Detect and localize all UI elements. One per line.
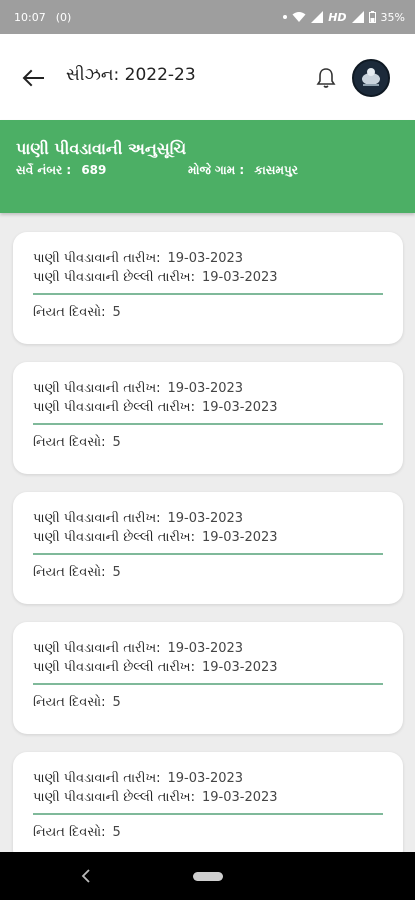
- start-date-label: પાણી પીવડાવાની તારીખ:: [33, 251, 161, 266]
- end-date-label: પાણી પીવડાવાની છેલ્લી તારીખ:: [33, 530, 195, 545]
- banner-info-row: સર્વે નંબર : 689 મોજે ગામ : કાસમપુર: [16, 163, 399, 178]
- battery-level: 35%: [380, 10, 405, 24]
- days-label: નિયત દિવસો:: [33, 825, 106, 840]
- wifi-icon: [292, 11, 306, 23]
- village-label: મોજે ગામ :: [188, 163, 245, 177]
- days-value: 5: [112, 825, 121, 840]
- schedule-list: પાણી પીવડાવાની તારીખ: 19-03-2023 પાણી પીવ…: [13, 232, 403, 882]
- status-time: 10:07: [14, 10, 46, 24]
- battery-icon: [368, 11, 376, 23]
- avatar[interactable]: [352, 59, 390, 97]
- schedule-card[interactable]: પાણી પીવડાવાની તારીખ: 19-03-2023 પાણી પીવ…: [13, 622, 403, 734]
- arrow-left-icon: [22, 69, 44, 87]
- app-bar: સીઝન: 2022-23: [0, 34, 415, 120]
- survey-number-value: 689: [81, 163, 107, 177]
- page-title: સીઝન: 2022-23: [66, 65, 196, 85]
- end-date-label: પાણી પીવડાવાની છેલ્લી તારીખ:: [33, 400, 195, 415]
- days-value: 5: [112, 435, 121, 450]
- end-date-label: પાણી પીવડાવાની છેલ્લી તારીખ:: [33, 660, 195, 675]
- end-date-value: 19-03-2023: [202, 660, 278, 675]
- nav-home-pill[interactable]: [193, 872, 223, 881]
- days-label: નિયત દિવસો:: [33, 305, 106, 320]
- survey-number-label: સર્વે નંબર :: [16, 163, 72, 177]
- end-date-value: 19-03-2023: [202, 530, 278, 545]
- days-label: નિયત દિવસો:: [33, 435, 106, 450]
- network-type: HD: [328, 10, 347, 24]
- start-date-value: 19-03-2023: [167, 771, 244, 786]
- schedule-card[interactable]: પાણી પીવડાવાની તારીખ: 19-03-2023 પાણી પીવ…: [13, 362, 403, 474]
- start-date-value: 19-03-2023: [167, 641, 244, 656]
- days-value: 5: [112, 305, 121, 320]
- end-date-value: 19-03-2023: [202, 790, 278, 805]
- status-bar: 10:07 (0) HD 35%: [0, 0, 415, 34]
- system-nav-bar: [0, 852, 415, 900]
- signal-icon: [311, 11, 324, 23]
- end-date-label: પાણી પીવડાવાની છેલ્લી તારીખ:: [33, 270, 195, 285]
- dot-icon: [283, 15, 288, 19]
- end-date-label: પાણી પીવડાવાની છેલ્લી તારીખ:: [33, 790, 195, 805]
- profile-logo-icon: [354, 61, 388, 95]
- start-date-value: 19-03-2023: [167, 251, 244, 266]
- start-date-value: 19-03-2023: [167, 511, 244, 526]
- nav-back-button[interactable]: [78, 868, 94, 884]
- back-button[interactable]: [20, 65, 46, 91]
- status-notification-count: (0): [55, 10, 72, 24]
- card-divider: [33, 813, 383, 815]
- village: મોજે ગામ : કાસમપુર: [188, 163, 298, 178]
- banner-title: પાણી પીવડાવાની અનુસૂચિ: [16, 139, 187, 158]
- end-date-value: 19-03-2023: [202, 270, 278, 285]
- days-label: નિયત દિવસો:: [33, 695, 106, 710]
- signal-icon-2: [351, 11, 364, 23]
- survey-number: સર્વે નંબર : 689: [16, 163, 188, 178]
- card-divider: [33, 423, 383, 425]
- start-date-value: 19-03-2023: [167, 381, 244, 396]
- days-value: 5: [112, 695, 121, 710]
- card-divider: [33, 553, 383, 555]
- schedule-card[interactable]: પાણી પીવડાવાની તારીખ: 19-03-2023 પાણી પીવ…: [13, 492, 403, 604]
- card-divider: [33, 293, 383, 295]
- schedule-card[interactable]: પાણી પીવડાવાની તારીખ: 19-03-2023 પાણી પીવ…: [13, 752, 403, 864]
- start-date-label: પાણી પીવડાવાની તારીખ:: [33, 381, 161, 396]
- chevron-left-icon: [81, 869, 90, 883]
- notifications-button[interactable]: [314, 65, 338, 91]
- schedule-card[interactable]: પાણી પીવડાવાની તારીખ: 19-03-2023 પાણી પીવ…: [13, 232, 403, 344]
- schedule-banner: પાણી પીવડાવાની અનુસૂચિ સર્વે નંબર : 689 …: [0, 120, 415, 213]
- days-label: નિયત દિવસો:: [33, 565, 106, 580]
- village-value: કાસમપુર: [254, 163, 298, 177]
- start-date-label: પાણી પીવડાવાની તારીખ:: [33, 511, 161, 526]
- start-date-label: પાણી પીવડાવાની તારીખ:: [33, 641, 161, 656]
- bell-icon: [316, 68, 336, 88]
- days-value: 5: [112, 565, 121, 580]
- start-date-label: પાણી પીવડાવાની તારીખ:: [33, 771, 161, 786]
- end-date-value: 19-03-2023: [202, 400, 278, 415]
- card-divider: [33, 683, 383, 685]
